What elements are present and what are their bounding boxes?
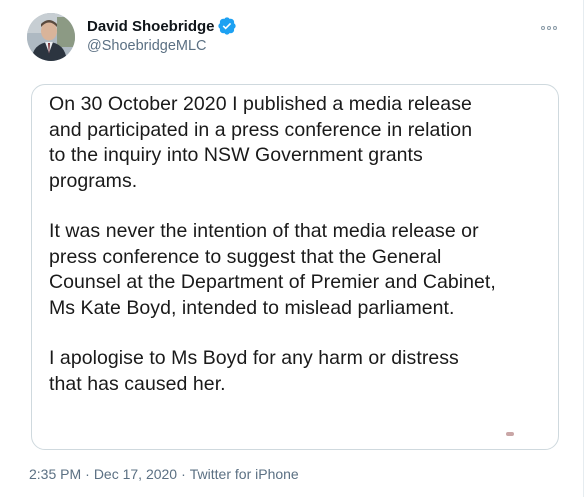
more-dot (541, 26, 545, 30)
meta-separator: · (181, 466, 186, 482)
more-dot (553, 26, 557, 30)
author-name-row[interactable]: David Shoebridge (87, 17, 236, 35)
statement-paragraph: I apologise to Ms Boyd for any harm or d… (49, 347, 459, 395)
tweet-source[interactable]: Twitter for iPhone (190, 466, 299, 482)
author-handle[interactable]: @ShoebridgeMLC (87, 38, 207, 54)
tweet-metadata: 2:35 PM · Dec 17, 2020 · Twitter for iPh… (29, 466, 299, 482)
tweet: David Shoebridge @ShoebridgeMLC On 30 Oc… (0, 0, 584, 497)
avatar-photo (27, 13, 75, 61)
statement-paragraph: It was never the intention of that media… (49, 220, 496, 319)
statement-paragraph: On 30 October 2020 I published a media r… (49, 93, 473, 192)
meta-separator: · (85, 466, 90, 482)
avatar[interactable] (27, 13, 75, 61)
image-artifact-mark (506, 432, 514, 436)
tweet-time[interactable]: 2:35 PM (29, 466, 81, 482)
author-display-name[interactable]: David Shoebridge (87, 18, 215, 35)
more-options-icon[interactable] (538, 22, 560, 34)
tweet-media-image[interactable]: On 30 October 2020 I published a media r… (31, 84, 559, 450)
tweet-date[interactable]: Dec 17, 2020 (94, 466, 177, 482)
statement-text: On 30 October 2020 I published a media r… (49, 92, 549, 397)
more-dot (547, 26, 551, 30)
verified-badge-icon (217, 17, 236, 35)
